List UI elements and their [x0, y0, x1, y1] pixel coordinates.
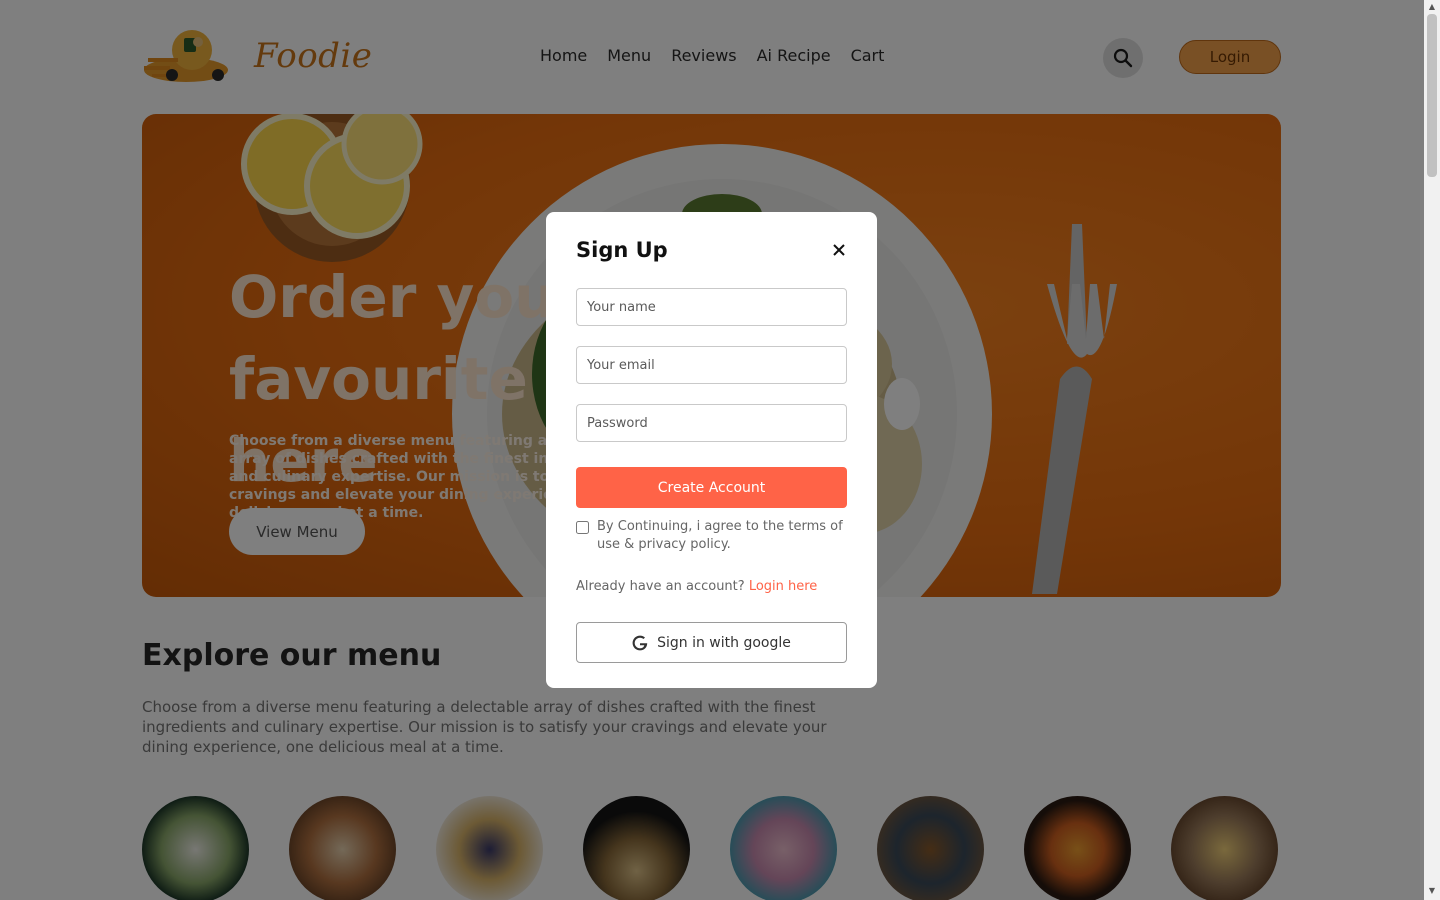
scrollbar-thumb[interactable] [1427, 14, 1437, 177]
login-prompt-text: Already have an account? [576, 579, 745, 594]
login-here-link[interactable]: Login here [749, 579, 818, 594]
scroll-down-arrow-icon[interactable]: ▼ [1424, 884, 1440, 898]
scroll-up-arrow-icon[interactable]: ▲ [1424, 0, 1440, 14]
modal-title: Sign Up [576, 238, 668, 262]
email-input[interactable] [576, 346, 847, 384]
login-prompt-row: Already have an account? Login here [576, 579, 817, 594]
name-input[interactable] [576, 288, 847, 326]
signup-modal: Sign Up Create Account By Continuing, i … [546, 212, 877, 688]
page-scrollbar[interactable]: ▲ ▼ [1424, 0, 1440, 900]
terms-checkbox[interactable] [576, 521, 589, 534]
google-signin-label: Sign in with google [657, 634, 791, 651]
create-account-button[interactable]: Create Account [576, 467, 847, 508]
google-icon [632, 635, 648, 650]
terms-text: By Continuing, i agree to the terms of u… [597, 519, 843, 552]
password-input[interactable] [576, 404, 847, 442]
terms-row: By Continuing, i agree to the terms of u… [576, 518, 847, 554]
close-icon[interactable] [830, 241, 848, 259]
google-signin-button[interactable]: Sign in with google [576, 622, 847, 663]
